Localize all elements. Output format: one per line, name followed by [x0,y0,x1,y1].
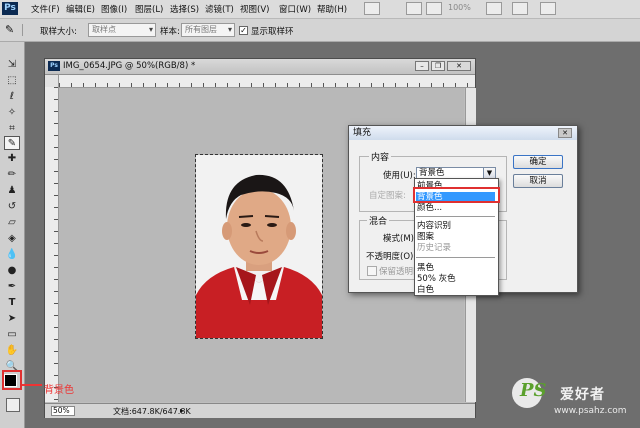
cancel-button[interactable]: 取消 [513,174,563,188]
hand-tool-icon[interactable]: ✋ [4,344,20,358]
separator [22,24,23,36]
path-select-tool-icon[interactable]: ➤ [4,312,20,326]
highlight-box-swatches [2,370,22,390]
hand-tool-icon[interactable] [406,2,422,15]
show-ring-checkbox[interactable]: ✓ [239,26,248,35]
portrait-photo [195,154,323,339]
document-ps-icon: Ps [48,61,60,71]
ok-button[interactable]: 确定 [513,155,563,169]
menu-filter[interactable]: 滤镜(T) [205,3,234,15]
use-select-value: 背景色 [419,168,445,178]
pen-tool-icon[interactable]: ✒ [4,280,20,294]
marquee-tool-icon[interactable]: ⬚ [4,74,20,88]
annotation-label: 背景色 [44,385,74,396]
menu-image[interactable]: 图像(I) [101,3,127,15]
status-bar: 50% 文档:647.8K/647.8K ▸ [45,403,475,418]
dropdown-separator [416,216,495,217]
photoshop-logo: Ps [2,2,18,15]
rotate-view-icon[interactable] [512,2,528,15]
watermark-logo: PS 爱好者 www.psahz.com [508,374,636,424]
menu-edit[interactable]: 编辑(E) [66,3,95,15]
custom-pattern-label: 自定图案: [369,191,406,201]
zoom-field[interactable]: 50% [51,406,75,416]
menu-file[interactable]: 文件(F) [31,3,60,15]
dropdown-item-black[interactable]: 黑色 [417,263,434,273]
menu-help[interactable]: 帮助(H) [317,3,347,15]
arrange-documents-icon[interactable] [540,2,556,15]
sample-select[interactable]: 所有图层 [181,23,235,37]
horizontal-ruler[interactable] [59,75,475,88]
lasso-tool-icon[interactable]: ℓ [4,90,20,104]
zoom-level: 100% [448,3,471,12]
eyedropper-tool-icon[interactable]: ✎ [4,136,20,150]
portrait-photo-svg [196,155,322,338]
dropdown-separator [416,257,495,258]
annotation-arrow [22,384,42,386]
restore-icon[interactable]: ❐ [431,61,445,71]
use-label: 使用(U): [383,171,416,181]
clone-stamp-tool-icon[interactable]: ♟ [4,184,20,198]
eyedropper-icon[interactable]: ✎ [5,23,19,37]
sample-size-select[interactable]: 取样点 [88,23,156,37]
paint-bucket-tool-icon[interactable]: ◈ [4,232,20,246]
dropdown-item-content-aware[interactable]: 内容识别 [417,221,451,231]
menu-select[interactable]: 选择(S) [170,3,199,15]
dropdown-item-white[interactable]: 白色 [417,285,434,295]
watermark-text-cn: 爱好者 [560,387,605,403]
type-tool-icon[interactable]: T [4,296,20,310]
brush-tool-icon[interactable]: ✏ [4,168,20,182]
zoom-tool-icon[interactable] [426,2,442,15]
mode-label: 模式(M): [383,234,417,244]
vertical-ruler[interactable] [45,87,59,402]
minimize-icon[interactable]: – [415,61,429,71]
sample-size-label: 取样大小: [40,27,77,37]
dropdown-item-pattern[interactable]: 图案 [417,232,434,242]
close-icon[interactable]: ✕ [447,61,471,71]
menu-view[interactable]: 视图(V) [240,3,269,15]
history-brush-tool-icon[interactable]: ↺ [4,200,20,214]
document-title: IMG_0654.JPG @ 50%(RGB/8) * [63,61,196,71]
sample-label: 样本: [160,27,180,37]
menu-bar: Ps 文件(F) 编辑(E) 图像(I) 图层(L) 选择(S) 滤镜(T) 视… [0,0,640,19]
shape-tool-icon[interactable]: ▭ [4,328,20,342]
dropdown-item-color[interactable]: 颜色... [417,203,442,213]
status-menu-arrow-icon[interactable]: ▸ [180,406,184,415]
screen-mode-icon[interactable] [364,2,380,15]
dropdown-item-history: 历史记录 [417,243,452,253]
preserve-transparency-checkbox[interactable] [367,266,377,276]
healing-brush-tool-icon[interactable]: ✚ [4,152,20,166]
grid-icon[interactable] [486,2,502,15]
content-group-label: 内容 [369,150,392,163]
watermark-url: www.psahz.com [554,406,627,416]
show-ring-label: 显示取样环 [251,27,294,37]
quick-select-tool-icon[interactable]: ✧ [4,106,20,120]
menu-window[interactable]: 窗口(W) [279,3,311,15]
blend-group-label: 混合 [367,214,390,227]
dialog-title-bar[interactable]: 填充 [349,126,577,140]
crop-tool-icon[interactable]: ⌗ [4,122,20,136]
dodge-tool-icon[interactable]: ● [4,264,20,278]
highlight-box-background-option [413,187,500,203]
dialog-close-icon[interactable]: ✕ [558,128,572,138]
opacity-label: 不透明度(O): [366,252,417,262]
document-title-bar: Ps IMG_0654.JPG @ 50%(RGB/8) * – ❐ ✕ [45,59,475,75]
watermark-text-ps: PS [520,380,547,401]
dropdown-item-50-gray[interactable]: 50% 灰色 [417,274,456,284]
menu-layer[interactable]: 图层(L) [135,3,163,15]
blur-tool-icon[interactable]: 💧 [4,248,20,262]
options-bar: ✎ 取样大小: 取样点 样本: 所有图层 ✓ 显示取样环 [0,19,640,42]
quick-mask-icon[interactable] [6,398,20,412]
move-tool-icon[interactable]: ⇲ [4,58,20,72]
eraser-tool-icon[interactable]: ▱ [4,216,20,230]
dialog-title: 填充 [353,128,372,138]
